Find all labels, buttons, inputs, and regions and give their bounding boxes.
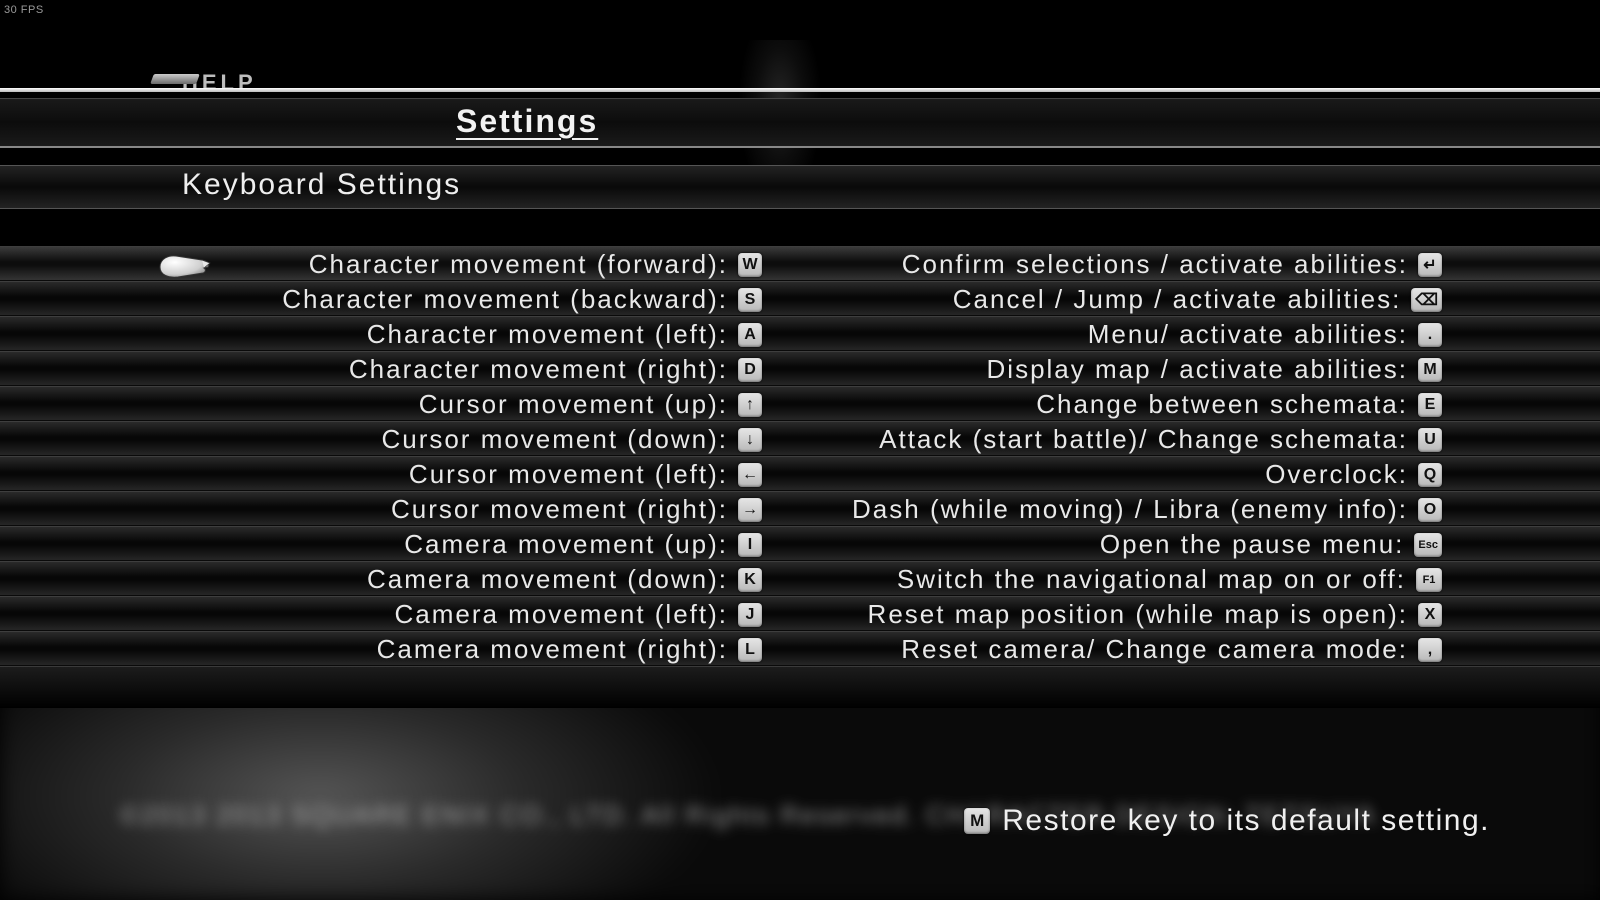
keycap-icon: U xyxy=(1418,428,1442,452)
keybinding-label: Camera movement (right): xyxy=(377,634,728,665)
keybinding-cell-left[interactable]: Cursor movement (up): ↑ xyxy=(0,387,770,422)
keybinding-row[interactable]: Camera movement (up): I Open the pause men… xyxy=(0,526,1600,561)
keybinding-row[interactable]: Camera movement (left): J Reset map positi… xyxy=(0,596,1600,631)
keybinding-label: Cursor movement (down): xyxy=(381,424,728,455)
keybinding-cell-left[interactable]: Character movement (backward): S xyxy=(0,282,770,317)
help-logo-bar xyxy=(150,74,200,84)
keybinding-row[interactable]: Cursor movement (up): ↑ Change between sch… xyxy=(0,386,1600,421)
keycap-icon: → xyxy=(738,498,762,522)
footer-hint-text: Restore key to its default setting. xyxy=(1002,804,1490,838)
keybinding-row[interactable]: Character movement (right): D Display map … xyxy=(0,351,1600,386)
keybinding-cell-right[interactable]: Reset camera/ Change camera mode:, xyxy=(770,632,1450,667)
keybinding-label: Cursor movement (up): xyxy=(419,389,728,420)
keybinding-row[interactable]: Character movement (left): A Menu/ activat… xyxy=(0,316,1600,351)
keybinding-cell-right[interactable]: Open the pause menu: Esc xyxy=(770,527,1450,562)
keybinding-label: Confirm selections / activate abilities: xyxy=(902,249,1408,280)
keycap-icon: I xyxy=(738,533,762,557)
keybinding-label: Character movement (right): xyxy=(349,354,728,385)
keybinding-label: Overclock: xyxy=(1265,459,1408,490)
rows-end-band xyxy=(0,666,1600,708)
keybinding-label: Menu/ activate abilities: xyxy=(1088,319,1408,350)
keybinding-cell-left[interactable]: Camera movement (right): L xyxy=(0,632,770,667)
keycap-icon: A xyxy=(738,323,762,347)
keybinding-cell-left[interactable]: Character movement (left): A xyxy=(0,317,770,352)
keybinding-cell-left[interactable]: Cursor movement (left): ← xyxy=(0,457,770,492)
keybinding-label: Character movement (left): xyxy=(367,319,728,350)
keycap-icon: ⌫ xyxy=(1411,288,1442,312)
keybinding-cell-left[interactable]: Camera movement (left): J xyxy=(0,597,770,632)
keybinding-label: Camera movement (up): xyxy=(404,529,728,560)
subtitle-band: Keyboard Settings xyxy=(0,165,1600,209)
keycap-icon: F1 xyxy=(1416,568,1442,592)
keycap-icon: S xyxy=(738,288,762,312)
keybinding-row[interactable]: Character movement (backward): S Cancel / … xyxy=(0,281,1600,316)
keybinding-cell-left[interactable]: Camera movement (down): K xyxy=(0,562,770,597)
keycap-icon: ↑ xyxy=(738,393,762,417)
keycap-icon: . xyxy=(1418,323,1442,347)
keybinding-label: Camera movement (left): xyxy=(394,599,728,630)
keybinding-cell-right[interactable]: Overclock: Q xyxy=(770,457,1450,492)
keycap-icon: ↵ xyxy=(1418,253,1442,277)
keybinding-cell-right[interactable]: Menu/ activate abilities:. xyxy=(770,317,1450,352)
section-title: Keyboard Settings xyxy=(182,168,461,202)
keybinding-label: Reset camera/ Change camera mode: xyxy=(901,634,1408,665)
keycap-icon: K xyxy=(738,568,762,592)
keybinding-label: Switch the navigational map on or off: xyxy=(897,564,1406,595)
keybinding-cell-right[interactable]: Change between schemata: E xyxy=(770,387,1450,422)
keybinding-label: Reset map position (while map is open): xyxy=(868,599,1408,630)
keybinding-cell-left[interactable]: Character movement (right): D xyxy=(0,352,770,387)
keybinding-cell-right[interactable]: Switch the navigational map on or off: F1 xyxy=(770,562,1450,597)
keybinding-label: Open the pause menu: xyxy=(1100,529,1405,560)
keybinding-cell-left[interactable]: Character movement (forward): W xyxy=(0,247,770,282)
keybinding-row[interactable]: Cursor movement (down): ↓ Attack (start ba… xyxy=(0,421,1600,456)
keycap-icon: L xyxy=(738,638,762,662)
keybinding-label: Display map / activate abilities: xyxy=(987,354,1408,385)
keybinding-label: Change between schemata: xyxy=(1036,389,1408,420)
keybinding-label: Cancel / Jump / activate abilities: xyxy=(953,284,1402,315)
keybinding-label: Dash (while moving) / Libra (enemy info)… xyxy=(852,494,1408,525)
keycap-icon: , xyxy=(1418,638,1442,662)
footer-hint-key: M xyxy=(964,808,990,834)
keybinding-cell-right[interactable]: Attack (start battle)/ Change schemata: U xyxy=(770,422,1450,457)
keybinding-label: Character movement (forward): xyxy=(309,249,728,280)
keybinding-label: Attack (start battle)/ Change schemata: xyxy=(879,424,1408,455)
keybinding-cell-right[interactable]: Display map / activate abilities: M xyxy=(770,352,1450,387)
keycap-icon: E xyxy=(1418,393,1442,417)
keycap-icon: Q xyxy=(1418,463,1442,487)
keybinding-cell-right[interactable]: Cancel / Jump / activate abilities: ⌫ xyxy=(770,282,1450,317)
keybinding-label: Character movement (backward): xyxy=(282,284,728,315)
keycap-icon: O xyxy=(1418,498,1442,522)
header-divider xyxy=(0,88,1600,92)
keybinding-cell-right[interactable]: Reset map position (while map is open): X xyxy=(770,597,1450,632)
keybinding-rows: Character movement (forward): W Confirm se… xyxy=(0,246,1600,666)
keybinding-row[interactable]: Camera movement (right): L Reset camera/ C… xyxy=(0,631,1600,666)
keycap-icon: X xyxy=(1418,603,1442,627)
keybinding-row[interactable]: Camera movement (down): K Switch the navig… xyxy=(0,561,1600,596)
page-title: Settings xyxy=(456,103,598,140)
title-band: Settings xyxy=(0,98,1600,148)
keycap-icon: ← xyxy=(738,463,762,487)
keybinding-cell-left[interactable]: Camera movement (up): I xyxy=(0,527,770,562)
keybinding-row[interactable]: Cursor movement (right): → Dash (while mov… xyxy=(0,491,1600,526)
keybinding-cell-left[interactable]: Cursor movement (down): ↓ xyxy=(0,422,770,457)
keybinding-row[interactable]: Character movement (forward): W Confirm se… xyxy=(0,246,1600,281)
keybinding-row[interactable]: Cursor movement (left): ← Overclock: Q xyxy=(0,456,1600,491)
fps-overlay: 30 FPS xyxy=(4,4,44,16)
keycap-icon: W xyxy=(738,253,762,277)
keycap-icon: D xyxy=(738,358,762,382)
keybinding-cell-left[interactable]: Cursor movement (right): → xyxy=(0,492,770,527)
keybinding-label: Cursor movement (left): xyxy=(409,459,728,490)
copyright-blur: ©2013 2013 SQUARE ENIX CO., LTD. All Rig… xyxy=(120,800,940,840)
keybinding-label: Camera movement (down): xyxy=(367,564,728,595)
keycap-icon: M xyxy=(1418,358,1442,382)
keybinding-cell-right[interactable]: Confirm selections / activate abilities:… xyxy=(770,247,1450,282)
keycap-icon: ↓ xyxy=(738,428,762,452)
keycap-icon: J xyxy=(738,603,762,627)
keycap-icon: Esc xyxy=(1414,533,1442,557)
keybinding-label: Cursor movement (right): xyxy=(391,494,728,525)
footer-hint: M Restore key to its default setting. xyxy=(954,804,1490,838)
keybinding-cell-right[interactable]: Dash (while moving) / Libra (enemy info)… xyxy=(770,492,1450,527)
